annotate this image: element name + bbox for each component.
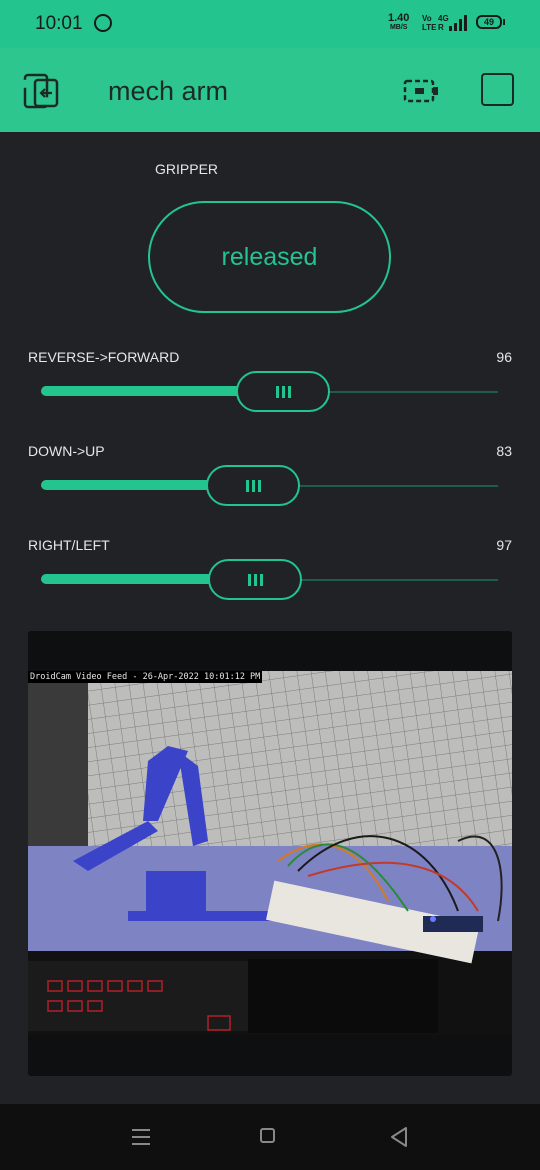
volte-indicator: Vo LTE xyxy=(422,14,437,32)
slider-handle-right-left[interactable] xyxy=(208,559,302,600)
app-title: mech arm xyxy=(108,76,229,106)
slider-label-right-left: RIGHT/LEFT xyxy=(28,537,110,553)
status-bar: 10:01 1.40 MB/S Vo LTE 4G R 49 xyxy=(0,0,540,48)
slider-label-reverse-forward: REVERSE->FORWARD xyxy=(28,349,180,365)
slider-value-reverse-forward: 96 xyxy=(496,349,512,365)
slider-label-down-up: DOWN->UP xyxy=(28,443,105,459)
back-icon[interactable] xyxy=(389,1126,409,1148)
gripper-button[interactable]: released xyxy=(148,201,391,313)
exit-icon[interactable] xyxy=(22,72,62,112)
battery-icon: 49 xyxy=(476,15,502,29)
slider-value-right-left: 97 xyxy=(496,537,512,553)
gripper-button-label: released xyxy=(221,242,318,271)
battery-level: 49 xyxy=(483,17,494,27)
network-speed-value: 1.40 xyxy=(388,12,410,24)
network-type: 4G R xyxy=(438,14,449,32)
video-stream-widget[interactable]: DroidCam Video Feed - 26-Apr-2022 10:01:… xyxy=(28,631,512,1076)
status-time: 10:01 xyxy=(35,13,83,34)
slider-fill-down-up xyxy=(41,480,221,490)
network-speed-unit: MB/S xyxy=(389,24,408,31)
signal-icon xyxy=(449,15,469,31)
video-feed-image xyxy=(28,671,512,1035)
slider-handle-reverse-forward[interactable] xyxy=(236,371,330,412)
menu-icon[interactable] xyxy=(131,1128,151,1146)
slider-handle-down-up[interactable] xyxy=(206,465,300,506)
gripper-label: GRIPPER xyxy=(155,161,219,177)
app-bar: mech arm xyxy=(0,48,540,132)
whatsapp-icon xyxy=(94,14,112,32)
home-icon[interactable] xyxy=(260,1128,275,1143)
battery-device-icon[interactable] xyxy=(402,75,442,107)
video-overlay-text: DroidCam Video Feed - 26-Apr-2022 10:01:… xyxy=(28,671,263,683)
system-nav-bar xyxy=(0,1104,540,1170)
network-speed: 1.40 MB/S xyxy=(388,13,409,33)
slider-fill-reverse-forward xyxy=(41,386,251,396)
square-icon[interactable] xyxy=(481,73,514,106)
slider-value-down-up: 83 xyxy=(496,443,512,459)
battery-tip xyxy=(503,19,505,25)
slider-fill-right-left xyxy=(41,574,223,584)
